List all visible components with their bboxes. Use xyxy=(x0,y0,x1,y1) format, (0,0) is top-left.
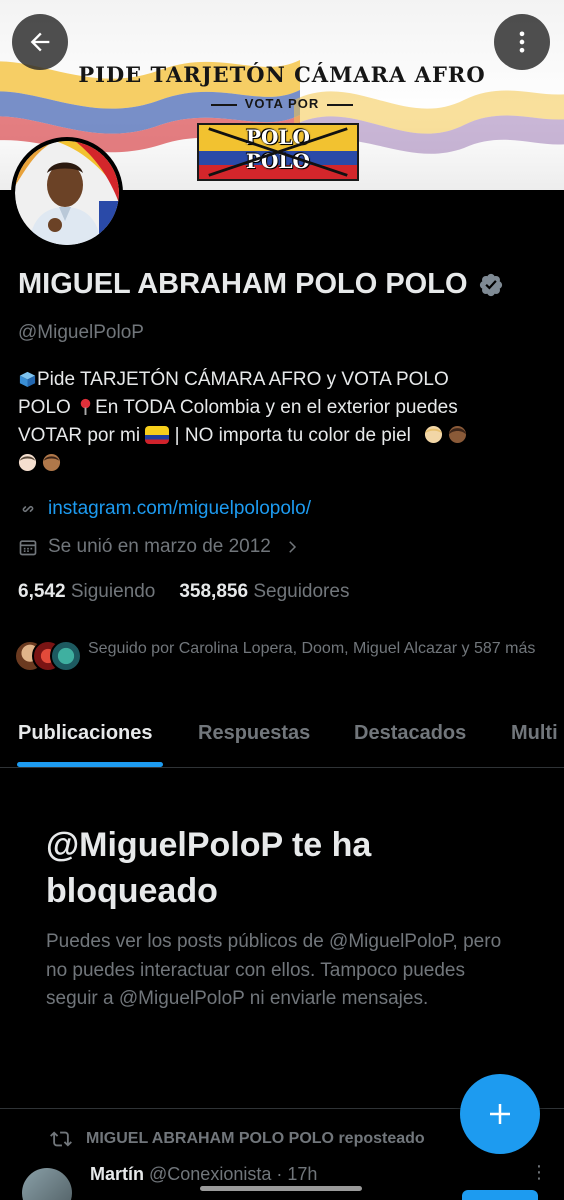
repost-header: MIGUEL ABRAHAM POLO POLO reposteado xyxy=(50,1128,425,1150)
active-tab-indicator xyxy=(17,762,163,767)
post-author-name[interactable]: Martín xyxy=(90,1164,144,1184)
avatar-image xyxy=(15,141,119,245)
banner-subtitle: VOTA POR xyxy=(0,96,564,111)
banner-logo: POLO POLO xyxy=(197,123,359,181)
round-pushpin-icon xyxy=(80,398,91,416)
bio-line-3: VOTAR por mi xyxy=(18,425,141,446)
followed-by-row[interactable]: Seguido por Carolina Lopera, Doom, Migue… xyxy=(14,636,554,676)
plus-icon xyxy=(490,1104,510,1124)
joined-date-text: Se unió en marzo de 2012 xyxy=(48,536,271,557)
bio-line-3b: | NO importa tu color de piel xyxy=(174,425,411,446)
ballot-box-icon xyxy=(19,371,36,388)
post-more-icon[interactable]: ⋮ xyxy=(530,1162,548,1183)
display-name-text: MIGUEL ABRAHAM POLO POLO xyxy=(18,268,468,300)
followers-stat[interactable]: 358,856 Seguidores xyxy=(179,581,349,603)
following-count: 6,542 xyxy=(18,581,66,602)
person-pale-skin-icon xyxy=(18,453,37,472)
profile-website-link[interactable]: instagram.com/miguelpolopolo/ xyxy=(48,498,311,520)
profile-website-row: instagram.com/miguelpolopolo/ xyxy=(18,498,311,520)
repost-label: MIGUEL ABRAHAM POLO POLO reposteado xyxy=(86,1130,425,1147)
tab-respuestas[interactable]: Respuestas xyxy=(198,722,310,745)
more-vertical-icon xyxy=(519,31,525,53)
profile-bio: Pide TARJETÓN CÁMARA AFRO y VOTA POLO PO… xyxy=(18,366,548,478)
followed-by-avatars xyxy=(14,636,84,676)
profile-handle: @MiguelPoloP xyxy=(18,322,144,343)
compose-post-button[interactable] xyxy=(460,1074,540,1154)
follower-avatar xyxy=(50,640,82,672)
profile-joined-row[interactable]: Se unió en marzo de 2012 xyxy=(18,536,311,558)
repost-icon xyxy=(50,1131,72,1147)
person-dark-skin-icon xyxy=(449,425,467,444)
person-medium-skin-icon xyxy=(43,453,61,472)
tab-multimedia[interactable]: Multi xyxy=(511,722,558,745)
bio-line-2: POLO xyxy=(18,397,71,418)
tab-destacados[interactable]: Destacados xyxy=(354,722,466,745)
followers-label: Seguidores xyxy=(253,581,350,602)
back-button[interactable] xyxy=(12,14,68,70)
blocked-description: Puedes ver los posts públicos de @Miguel… xyxy=(46,931,502,1009)
bio-line-2b: En TODA Colombia y en el exterior puedes xyxy=(95,397,458,418)
profile-avatar[interactable] xyxy=(11,137,123,249)
post-header: Martín @Conexionista · 17h xyxy=(90,1164,317,1185)
calendar-icon xyxy=(19,540,37,556)
profile-stats: 6,542 Siguiendo 358,856 Seguidores xyxy=(18,581,349,603)
profile-display-name: MIGUEL ABRAHAM POLO POLO xyxy=(18,268,504,301)
followers-count: 358,856 xyxy=(179,581,249,602)
post-author-handle: @Conexionista xyxy=(149,1164,272,1184)
post-author-avatar[interactable] xyxy=(22,1168,72,1200)
following-label: Siguiendo xyxy=(70,581,156,602)
ballot-cross-mark xyxy=(208,127,348,177)
banner-title: Pide tarjetón cámara afro xyxy=(78,62,486,87)
more-options-button[interactable] xyxy=(494,14,550,70)
blocked-title: @MiguelPoloP te ha bloqueado xyxy=(46,826,372,910)
colombia-flag-icon xyxy=(145,426,170,444)
home-indicator[interactable] xyxy=(200,1186,362,1191)
secondary-fab-partial[interactable] xyxy=(462,1190,538,1200)
post-time: · 17h xyxy=(276,1164,318,1184)
bio-line-1: Pide TARJETÓN CÁMARA AFRO y VOTA POLO xyxy=(37,369,449,390)
chevron-right-icon xyxy=(289,541,296,553)
arrow-left-icon xyxy=(30,32,50,52)
tab-publicaciones[interactable]: Publicaciones xyxy=(18,722,153,745)
verified-badge-icon[interactable] xyxy=(478,272,504,298)
following-stat[interactable]: 6,542 Siguiendo xyxy=(18,581,155,603)
link-icon xyxy=(22,506,34,512)
profile-tabs: Publicaciones Respuestas Destacados Mult… xyxy=(0,712,564,768)
followed-by-text: Seguido por Carolina Lopera, Doom, Migue… xyxy=(88,640,536,657)
person-light-skin-icon xyxy=(425,425,443,444)
